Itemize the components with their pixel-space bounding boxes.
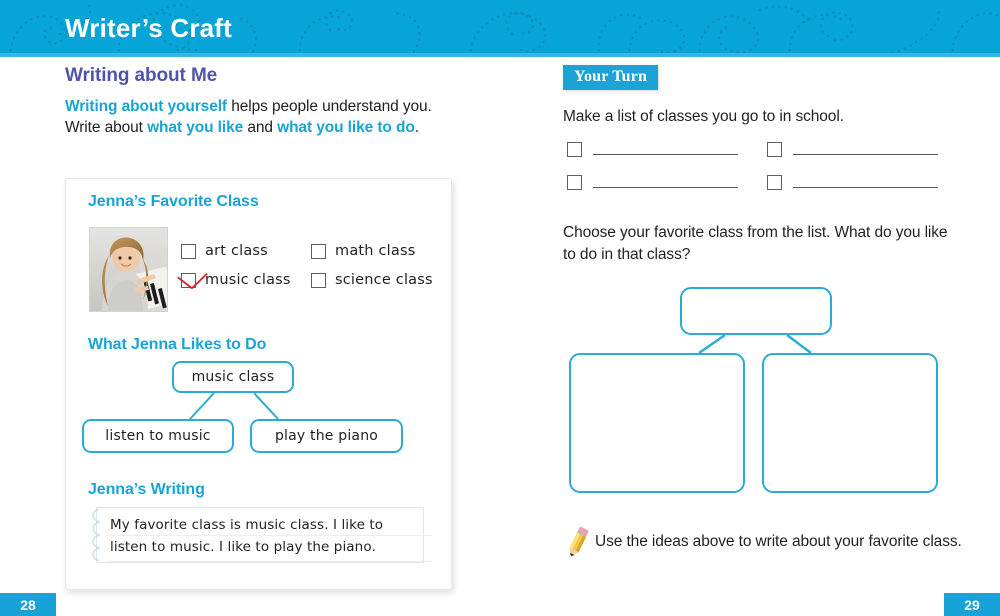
right-column: Your Turn Make a list of classes you go … bbox=[563, 65, 963, 557]
footer-instruction-text: Use the ideas above to write about your … bbox=[595, 533, 962, 550]
checkbox-label: math class bbox=[335, 243, 416, 259]
example-checkbox-item[interactable]: art class bbox=[181, 243, 268, 259]
answer-row[interactable] bbox=[567, 175, 738, 190]
writing-sample-box: My favorite class is music class. I like… bbox=[88, 507, 432, 563]
checkbox-label: music class bbox=[205, 272, 291, 288]
intro-highlight-3: what you like to do bbox=[277, 119, 415, 136]
checkbox-blank-1-icon[interactable] bbox=[567, 142, 582, 157]
header-underline bbox=[0, 53, 1000, 57]
checkbox-art-class-icon[interactable] bbox=[181, 243, 196, 259]
example-checkbox-item[interactable]: music class bbox=[181, 272, 291, 288]
example-checkbox-item[interactable]: math class bbox=[311, 243, 416, 259]
blank-web-node-top[interactable] bbox=[680, 287, 832, 335]
answer-row[interactable] bbox=[767, 142, 938, 157]
page-title: Writer’s Craft bbox=[65, 13, 233, 43]
checkbox-blank-3-icon[interactable] bbox=[567, 175, 582, 190]
answer-row[interactable] bbox=[767, 175, 938, 190]
page-number-left: 28 bbox=[0, 593, 56, 616]
writing-sample-text: My favorite class is music class. I like… bbox=[110, 517, 384, 555]
web-node-right: play the piano bbox=[250, 419, 403, 453]
example-checkbox-item[interactable]: science class bbox=[311, 272, 433, 288]
checkbox-music-class-checked-icon[interactable] bbox=[181, 272, 196, 288]
pencil-icon bbox=[569, 526, 589, 557]
footer-note: Use the ideas above to write about your … bbox=[563, 525, 962, 559]
prompt-make-a-list: Make a list of classes you go to in scho… bbox=[563, 108, 844, 125]
likes-heading: What Jenna Likes to Do bbox=[88, 336, 267, 353]
answer-write-line-1[interactable] bbox=[593, 154, 738, 155]
intro-paragraph: Writing about yourself helps people unde… bbox=[65, 96, 485, 138]
intro-text-1: helps people understand you. bbox=[227, 98, 432, 115]
checkbox-math-class-icon[interactable] bbox=[311, 243, 326, 259]
photo-image bbox=[90, 228, 167, 311]
page-number-right: 29 bbox=[944, 593, 1000, 616]
blank-word-web bbox=[567, 287, 957, 493]
checkbox-blank-2-icon[interactable] bbox=[767, 142, 782, 157]
section-title: Writing about Me bbox=[65, 65, 218, 86]
intro-text-4: . bbox=[414, 119, 419, 136]
answer-row[interactable] bbox=[567, 142, 738, 157]
example-panel: Jenna’s Favorite Class art class math cl… bbox=[65, 178, 452, 590]
student-photo bbox=[89, 227, 168, 312]
checkbox-science-class-icon[interactable] bbox=[311, 272, 326, 288]
answer-write-line-4[interactable] bbox=[793, 187, 938, 188]
intro-text-3: and bbox=[243, 119, 278, 136]
intro-text-2: Write about bbox=[65, 119, 148, 136]
answer-write-line-2[interactable] bbox=[793, 154, 938, 155]
writing-heading: Jenna’s Writing bbox=[88, 481, 205, 498]
example-word-web: music class listen to music play the pia… bbox=[82, 361, 434, 453]
left-column: Writing about Me Writing about yourself … bbox=[65, 65, 485, 138]
answer-write-line-3[interactable] bbox=[593, 187, 738, 188]
web-node-left: listen to music bbox=[82, 419, 234, 453]
your-turn-badge: Your Turn bbox=[563, 65, 659, 90]
web-node-top: music class bbox=[172, 361, 294, 393]
paper-rule-line bbox=[106, 561, 432, 562]
checkbox-blank-4-icon[interactable] bbox=[767, 175, 782, 190]
blank-web-node-left[interactable] bbox=[569, 353, 745, 493]
favorite-class-heading: Jenna’s Favorite Class bbox=[88, 193, 259, 210]
checkbox-label: science class bbox=[335, 272, 433, 288]
prompt-choose-favorite: Choose your favorite class from the list… bbox=[563, 224, 948, 263]
blank-web-node-right[interactable] bbox=[762, 353, 938, 493]
page-header: Writer’s Craft bbox=[0, 0, 1000, 57]
torn-paper-edge-icon bbox=[92, 509, 100, 561]
intro-highlight-2: what you like bbox=[147, 119, 244, 136]
checkbox-label: art class bbox=[205, 243, 268, 259]
intro-highlight-1: Writing about yourself bbox=[65, 98, 227, 115]
